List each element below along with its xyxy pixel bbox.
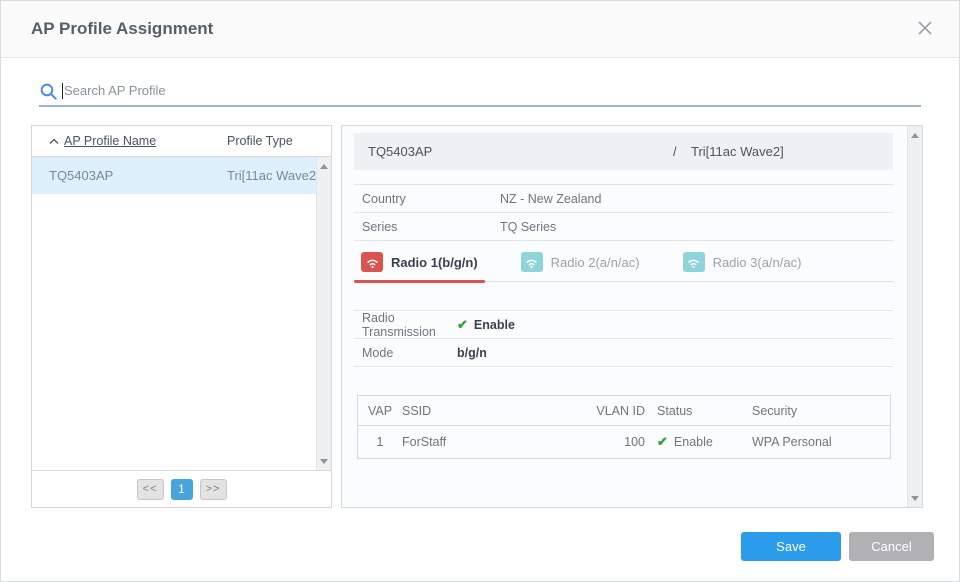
save-button[interactable]: Save [741, 532, 841, 561]
detail-profile-name: TQ5403AP [368, 144, 432, 159]
status-text: Enable [674, 435, 713, 449]
radio-transmission-label: Radio Transmission [354, 311, 457, 339]
tab-label: Radio 3(a/n/ac) [713, 255, 802, 270]
column-header-profile-type: Profile Type [227, 134, 293, 148]
profile-name-cell: TQ5403AP [32, 168, 227, 183]
profile-list-scrollbar[interactable] [316, 157, 331, 470]
detail-scrollbar[interactable] [907, 126, 922, 507]
mode-label: Mode [354, 346, 457, 360]
check-mark-icon: ✔ [657, 434, 668, 450]
search-icon [39, 82, 58, 101]
column-header-ap-profile-name[interactable]: AP Profile Name [32, 134, 227, 148]
status-cell: ✔ Enable [657, 434, 752, 450]
field-row-radio-transmission: Radio Transmission ✔ Enable [354, 311, 893, 339]
field-row-mode: Mode b/g/n [354, 339, 893, 367]
security-cell: WPA Personal [752, 435, 890, 449]
sort-asc-icon [49, 134, 59, 148]
vlan-column-header: VLAN ID [555, 404, 645, 418]
profile-list-panel: AP Profile Name Profile Type TQ5403AP Tr… [31, 125, 332, 508]
ssid-cell: ForStaff [402, 435, 555, 449]
wifi-icon [683, 252, 705, 272]
tab-radio-2[interactable]: Radio 2(a/n/ac) [514, 250, 647, 281]
mode-value: b/g/n [457, 346, 487, 360]
pagination-page-1-button[interactable]: 1 [171, 479, 193, 500]
vlan-cell: 100 [555, 435, 645, 449]
vap-table: VAP SSID VLAN ID Status Security 1 ForSt… [357, 395, 891, 459]
detail-title-bar: TQ5403AP / Tri[11ac Wave2] [354, 133, 893, 170]
scroll-down-icon[interactable] [317, 454, 331, 468]
dialog-title: AP Profile Assignment [31, 19, 213, 39]
status-column-header: Status [657, 404, 752, 418]
tab-label: Radio 2(a/n/ac) [551, 255, 640, 270]
radio-tabs: Radio 1(b/g/n) Radio 2(a/n/ac) Radio 3(a… [354, 250, 893, 282]
cancel-button[interactable]: Cancel [849, 532, 934, 561]
profile-type-cell: Tri[11ac Wave2] [227, 168, 320, 183]
security-column-header: Security [752, 404, 890, 418]
vap-column-header: VAP [358, 404, 402, 418]
field-row-series: Series TQ Series [354, 213, 893, 241]
close-button[interactable] [915, 19, 935, 39]
profile-detail-panel: TQ5403AP / Tri[11ac Wave2] Country NZ - … [341, 125, 923, 508]
pagination: << 1 >> [32, 470, 331, 507]
pagination-prev-button[interactable]: << [137, 479, 164, 500]
detail-title-separator: / [673, 144, 677, 159]
wifi-icon [521, 252, 543, 272]
radio-transmission-value: Enable [474, 318, 515, 332]
field-row-country: Country NZ - New Zealand [354, 185, 893, 213]
radio-fields: Radio Transmission ✔ Enable Mode b/g/n [354, 310, 893, 367]
detail-profile-type: Tri[11ac Wave2] [691, 144, 784, 159]
ap-profile-assignment-dialog: AP Profile Assignment AP Profile Name Pr… [0, 0, 960, 582]
close-icon [917, 20, 933, 39]
profile-detail-content: TQ5403AP / Tri[11ac Wave2] Country NZ - … [342, 126, 907, 507]
vap-table-row: 1 ForStaff 100 ✔ Enable WPA Personal [358, 426, 890, 458]
scroll-up-icon[interactable] [908, 128, 922, 142]
profile-list-body: TQ5403AP Tri[11ac Wave2] [32, 157, 331, 470]
pagination-next-button[interactable]: >> [200, 479, 227, 500]
scroll-down-icon[interactable] [908, 491, 922, 505]
tab-label: Radio 1(b/g/n) [391, 255, 478, 270]
wifi-icon [361, 252, 383, 272]
column-label: AP Profile Name [64, 134, 156, 148]
profile-row-selected[interactable]: TQ5403AP Tri[11ac Wave2] [32, 157, 331, 194]
scroll-up-icon[interactable] [317, 159, 331, 173]
series-label: Series [354, 220, 500, 234]
vap-cell: 1 [358, 435, 402, 449]
general-fields: Country NZ - New Zealand Series TQ Serie… [354, 184, 893, 241]
check-mark-icon: ✔ [457, 317, 468, 333]
dialog-header: AP Profile Assignment [1, 1, 959, 58]
tab-radio-1[interactable]: Radio 1(b/g/n) [354, 250, 485, 281]
tab-radio-3[interactable]: Radio 3(a/n/ac) [676, 250, 809, 281]
country-value: NZ - New Zealand [500, 192, 601, 206]
search-bar [39, 77, 921, 107]
profile-list-header: AP Profile Name Profile Type [32, 126, 331, 157]
country-label: Country [354, 192, 500, 206]
vap-table-header: VAP SSID VLAN ID Status Security [358, 396, 890, 426]
search-input[interactable] [63, 83, 921, 100]
ssid-column-header: SSID [402, 404, 555, 418]
series-value: TQ Series [500, 220, 556, 234]
